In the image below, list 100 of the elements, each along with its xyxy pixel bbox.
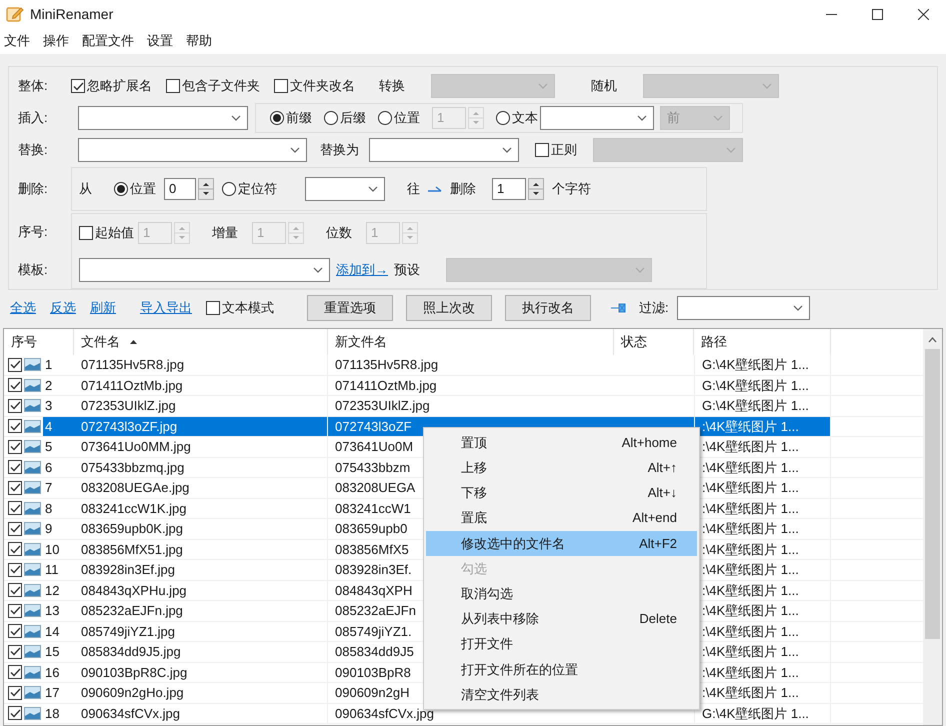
table-cell-text: 13	[44, 602, 60, 620]
row-checkbox[interactable]	[8, 644, 22, 659]
context-menu-item[interactable]: 修改选中的文件名 Alt+F2	[426, 530, 697, 556]
row-checkbox[interactable]	[8, 358, 22, 372]
column-header[interactable]: 新文件名	[328, 329, 614, 355]
radio-button[interactable]: 定位符	[222, 179, 277, 199]
link[interactable]: 导入导出	[140, 300, 192, 316]
checkbox[interactable]: 正则	[535, 140, 577, 160]
table-cell-text: 7	[44, 479, 54, 497]
menu-item[interactable]: 帮助	[186, 31, 212, 51]
row-checkbox[interactable]	[8, 665, 22, 680]
toolbar-button[interactable]: 照上次改	[406, 295, 492, 321]
checkbox[interactable]: 起始值	[79, 222, 134, 242]
dropdown-field[interactable]	[78, 106, 248, 130]
table-cell-text: 072743l3oZF	[335, 418, 412, 436]
image-file-icon	[24, 624, 41, 638]
checkbox[interactable]: 文本模式	[206, 298, 274, 318]
context-menu-item[interactable]: 打开文件	[426, 632, 697, 657]
row-checkbox[interactable]	[8, 706, 22, 720]
link[interactable]: 添加到→	[336, 260, 388, 280]
image-file-icon	[24, 563, 41, 576]
column-header[interactable]: 路径	[694, 329, 831, 355]
table-cell: 075433bbzmq.jpg	[74, 458, 328, 477]
checkmark-icon	[10, 483, 20, 492]
context-menu-item[interactable]: 从列表中移除 Delete	[426, 606, 697, 632]
table-cell-text: 083659upb0	[335, 520, 408, 538]
number-field[interactable]: 1	[492, 178, 526, 200]
chevron-down-icon	[792, 305, 803, 311]
context-menu-item[interactable]: 清空文件列表	[426, 682, 697, 708]
spin-buttons[interactable]	[198, 178, 214, 200]
context-menu-item[interactable]: 下移 Alt+↓	[426, 480, 697, 506]
dropdown-field[interactable]	[540, 106, 654, 130]
table-cell-text: 3	[44, 397, 54, 415]
link[interactable]: 刷新	[90, 300, 116, 316]
radio-button[interactable]: 前缀	[270, 108, 312, 128]
radio-button[interactable]: 后缀	[324, 108, 366, 128]
row-checkbox[interactable]	[8, 378, 22, 392]
context-menu-item[interactable]: 上移 Alt+↑	[426, 455, 697, 480]
checkbox[interactable]: 文件夹改名	[274, 76, 355, 96]
dropdown-field[interactable]	[79, 258, 330, 282]
link[interactable]: 全选	[10, 300, 36, 316]
scrollbar-thumb[interactable]	[925, 349, 940, 639]
dropdown-field[interactable]	[305, 177, 385, 201]
scroll-up-icon[interactable]	[928, 337, 937, 343]
row-checkbox[interactable]	[8, 686, 22, 700]
spin-buttons[interactable]	[528, 178, 544, 200]
menu-item[interactable]: 配置文件	[82, 31, 134, 51]
table-cell-text: 8	[44, 500, 54, 518]
menu-item[interactable]: 设置	[147, 31, 173, 51]
context-menu-item[interactable]: 置底 Alt+end	[426, 506, 697, 531]
dropdown-field[interactable]	[369, 138, 519, 162]
checkbox[interactable]: 忽略扩展名	[71, 76, 152, 96]
row-checkbox[interactable]	[8, 562, 22, 577]
radio-button[interactable]: 位置	[378, 108, 420, 128]
dropdown-field[interactable]	[676, 296, 810, 320]
menu-item[interactable]: 文件	[4, 31, 30, 51]
checkbox[interactable]: 包含子文件夹	[166, 76, 260, 96]
row-checkbox[interactable]	[8, 604, 22, 618]
radio-button[interactable]: 位置	[114, 179, 156, 199]
row-checkbox[interactable]	[8, 398, 22, 413]
link[interactable]: 反选	[50, 300, 76, 316]
row-checkbox[interactable]	[8, 522, 22, 536]
table-cell: 073641Uo0MM.jpg	[74, 437, 328, 456]
scrollbar[interactable]	[923, 329, 942, 725]
column-header[interactable]: 状态	[614, 329, 694, 355]
toolbar-button[interactable]: 执行改名	[505, 295, 591, 321]
checkmark-icon	[10, 401, 20, 410]
dropdown-field[interactable]	[78, 138, 307, 162]
column-header[interactable]: 文件名	[74, 329, 328, 355]
context-menu-item[interactable]: 打开文件所在的位置	[426, 656, 697, 682]
column-header[interactable]: 序号	[4, 329, 74, 355]
row-checkbox[interactable]	[8, 501, 22, 516]
number-field[interactable]: 0	[164, 178, 196, 200]
context-menu-item[interactable]: 置顶 Alt+home	[426, 430, 697, 456]
row-checkbox[interactable]	[8, 480, 22, 495]
row-checkbox[interactable]	[8, 583, 22, 598]
table-cell: 072353UIklZ.jpg	[74, 396, 328, 416]
menu-item[interactable]: 操作	[43, 31, 69, 51]
row-checkbox[interactable]	[8, 440, 22, 454]
field-label: 位数	[326, 224, 352, 242]
context-menu-item[interactable]: 取消勾选	[426, 581, 697, 606]
table-cell-text: 9	[44, 520, 54, 538]
table-cell-text: 18	[44, 704, 60, 722]
row-checkbox[interactable]	[8, 624, 22, 638]
image-file-icon	[24, 378, 41, 392]
row-checkbox[interactable]	[8, 460, 22, 474]
pin-icon[interactable]	[611, 303, 627, 313]
table-cell: 071411OztMb.jpg	[74, 376, 328, 395]
image-file-icon	[24, 502, 41, 515]
row-checkbox[interactable]	[8, 419, 22, 434]
table-cell-text: 083928in3Ef.	[335, 561, 412, 579]
radio-button[interactable]: 文本	[496, 108, 538, 128]
table-cell-text: 071135Hv5R8.jpg	[335, 356, 438, 374]
image-file-icon	[24, 420, 41, 433]
row-checkbox[interactable]	[8, 542, 22, 556]
table-cell-text: 2	[44, 376, 54, 394]
table-cell-text: 075433bbzm	[335, 458, 410, 476]
image-file-icon	[24, 686, 41, 700]
table-cell: 072743l3oZF.jpg	[74, 416, 328, 436]
toolbar-button[interactable]: 重置选项	[307, 295, 393, 321]
